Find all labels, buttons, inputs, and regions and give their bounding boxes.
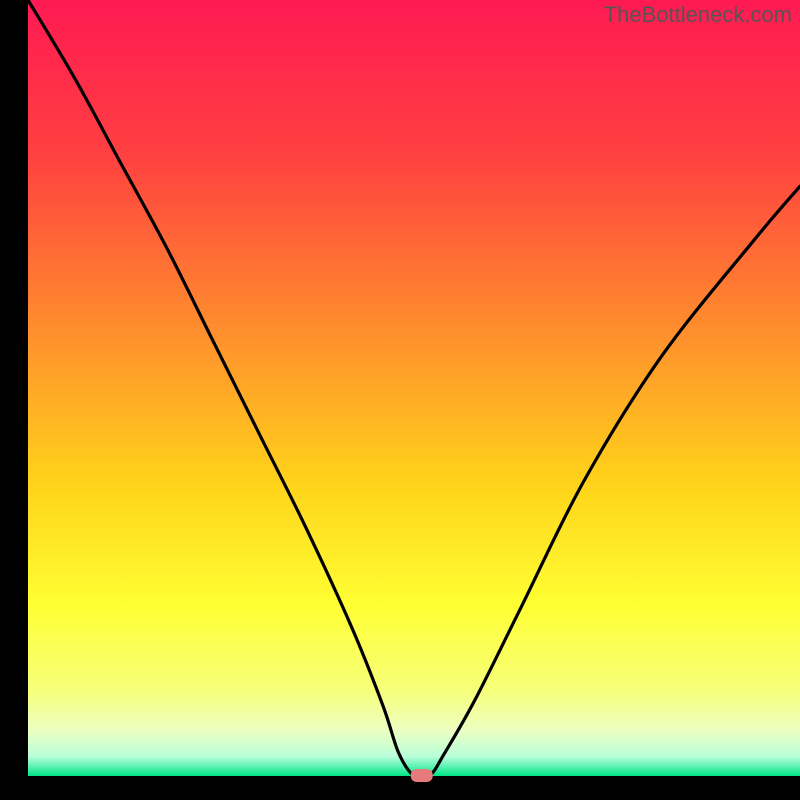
optimum-marker <box>411 769 433 782</box>
bottleneck-chart: TheBottleneck.com <box>0 0 800 800</box>
chart-svg <box>0 0 800 800</box>
watermark-text: TheBottleneck.com <box>604 2 792 28</box>
plot-background <box>28 0 800 776</box>
